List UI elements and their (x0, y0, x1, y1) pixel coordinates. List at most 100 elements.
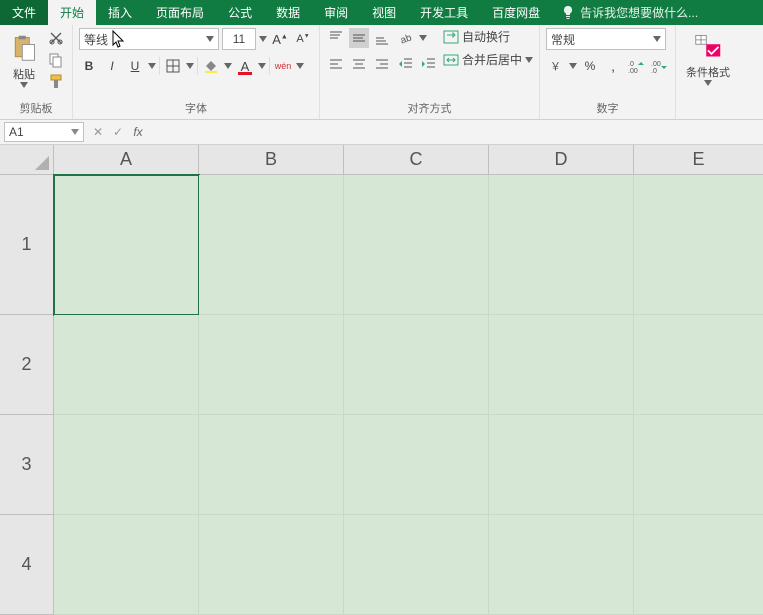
cell-B1[interactable] (199, 175, 344, 315)
group-number-label: 数字 (546, 100, 669, 119)
tab-view[interactable]: 视图 (360, 0, 408, 25)
font-size-combo[interactable]: 11 (222, 28, 256, 50)
font-color-button[interactable]: A (235, 56, 255, 76)
cell-E2[interactable] (634, 315, 763, 415)
group-alignment-label: 对齐方式 (326, 100, 533, 119)
tab-baidu[interactable]: 百度网盘 (480, 0, 552, 25)
orientation-button[interactable]: ab (396, 28, 416, 48)
col-header-B[interactable]: B (199, 145, 344, 175)
align-bottom-button[interactable] (372, 28, 392, 48)
pinyin-button[interactable]: wén (273, 56, 293, 76)
cancel-button[interactable]: ✕ (88, 125, 108, 139)
decrease-indent-button[interactable] (396, 54, 416, 74)
tab-insert[interactable]: 插入 (96, 0, 144, 25)
align-center-button[interactable] (349, 54, 369, 74)
border-icon (165, 58, 181, 74)
col-header-A[interactable]: A (54, 145, 199, 175)
font-color-dropdown[interactable] (258, 56, 266, 76)
group-styles: 条件格式 (676, 25, 740, 119)
currency-button[interactable]: ￥ (546, 56, 566, 76)
align-center-icon (351, 56, 367, 72)
cut-button[interactable] (46, 28, 66, 48)
row-header-3[interactable]: 3 (0, 415, 54, 515)
decrease-decimal-button[interactable]: .00.0 (649, 56, 669, 76)
cell-C2[interactable] (344, 315, 489, 415)
wrap-text-button[interactable]: 自动换行 (443, 28, 533, 45)
cell-D3[interactable] (489, 415, 634, 515)
border-dropdown[interactable] (186, 56, 194, 76)
tab-page-layout[interactable]: 页面布局 (144, 0, 216, 25)
chevron-down-icon (258, 63, 266, 69)
insert-function-button[interactable]: fx (128, 125, 148, 139)
number-format-value: 常规 (551, 31, 575, 48)
fill-color-dropdown[interactable] (224, 56, 232, 76)
group-number: 常规 ￥ % , .0.00 .00.0 数字 (540, 25, 676, 119)
conditional-format-button[interactable]: 条件格式 (682, 28, 734, 88)
select-all-corner[interactable] (0, 145, 54, 175)
cell-D1[interactable] (489, 175, 634, 315)
fill-color-button[interactable] (201, 56, 221, 76)
paste-button[interactable]: 粘贴 (6, 28, 42, 92)
align-right-button[interactable] (372, 54, 392, 74)
increase-indent-button[interactable] (419, 54, 439, 74)
cell-E4[interactable] (634, 515, 763, 615)
cell-D4[interactable] (489, 515, 634, 615)
tab-home[interactable]: 开始 (48, 0, 96, 25)
increase-decimal-button[interactable]: .0.00 (626, 56, 646, 76)
cell-A3[interactable] (54, 415, 199, 515)
format-painter-button[interactable] (46, 72, 66, 92)
row-header-4[interactable]: 4 (0, 515, 54, 615)
tab-review[interactable]: 审阅 (312, 0, 360, 25)
inc-decimal-icon: .0.00 (628, 58, 644, 74)
cell-A1[interactable] (54, 175, 199, 315)
currency-dropdown[interactable] (569, 56, 577, 76)
tell-me-search[interactable]: 告诉我您想要做什么... (552, 0, 706, 25)
align-middle-button[interactable] (349, 28, 369, 48)
increase-font-button[interactable]: A▲ (270, 29, 290, 49)
underline-button[interactable]: U (125, 56, 145, 76)
formula-input[interactable] (148, 122, 763, 142)
col-header-E[interactable]: E (634, 145, 763, 175)
copy-button[interactable] (46, 50, 66, 70)
pinyin-dropdown[interactable] (296, 56, 304, 76)
percent-button[interactable]: % (580, 56, 600, 76)
align-top-button[interactable] (326, 28, 346, 48)
cell-D2[interactable] (489, 315, 634, 415)
underline-dropdown[interactable] (148, 56, 156, 76)
row-header-2[interactable]: 2 (0, 315, 54, 415)
border-button[interactable] (163, 56, 183, 76)
number-format-combo[interactable]: 常规 (546, 28, 666, 50)
cell-E1[interactable] (634, 175, 763, 315)
col-header-D[interactable]: D (489, 145, 634, 175)
cell-C1[interactable] (344, 175, 489, 315)
orientation-dropdown[interactable] (419, 28, 427, 48)
cell-E3[interactable] (634, 415, 763, 515)
font-size-value: 11 (233, 32, 245, 46)
merge-center-button[interactable]: 合并后居中 (443, 51, 533, 68)
chevron-down-icon (419, 35, 427, 41)
row-header-1[interactable]: 1 (0, 175, 54, 315)
cell-C3[interactable] (344, 415, 489, 515)
tab-formulas[interactable]: 公式 (216, 0, 264, 25)
cell-A2[interactable] (54, 315, 199, 415)
enter-button[interactable]: ✓ (108, 125, 128, 139)
cell-B2[interactable] (199, 315, 344, 415)
group-styles-label (682, 116, 734, 119)
font-name-combo[interactable]: 等线 (79, 28, 219, 50)
cell-B3[interactable] (199, 415, 344, 515)
copy-icon (48, 52, 64, 68)
col-header-C[interactable]: C (344, 145, 489, 175)
align-left-button[interactable] (326, 54, 346, 74)
comma-button[interactable]: , (603, 56, 623, 76)
bold-button[interactable]: B (79, 56, 99, 76)
italic-button[interactable]: I (102, 56, 122, 76)
cell-A4[interactable] (54, 515, 199, 615)
name-box[interactable]: A1 (4, 122, 84, 142)
cell-B4[interactable] (199, 515, 344, 615)
cell-C4[interactable] (344, 515, 489, 615)
tab-data[interactable]: 数据 (264, 0, 312, 25)
decrease-font-button[interactable]: A▼ (293, 29, 313, 49)
tab-developer[interactable]: 开发工具 (408, 0, 480, 25)
font-size-dropdown[interactable] (259, 29, 267, 49)
tab-file[interactable]: 文件 (0, 0, 48, 25)
